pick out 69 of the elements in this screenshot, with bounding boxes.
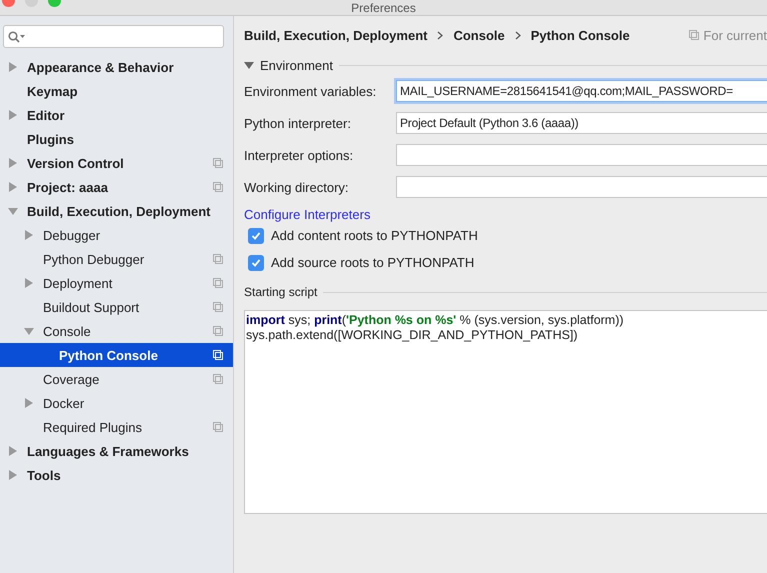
search-icon — [8, 30, 26, 42]
caret-right-icon[interactable] — [8, 182, 18, 192]
checkbox[interactable] — [248, 254, 264, 270]
caret-right-icon[interactable] — [8, 62, 18, 72]
sidebar-item[interactable]: Editor — [0, 103, 233, 127]
copy-icon — [213, 326, 223, 336]
copy-icon — [689, 30, 700, 40]
copy-icon — [213, 374, 223, 384]
checkmark-icon — [251, 230, 261, 240]
field-label: Interpreter options: — [244, 148, 354, 162]
caret-right-icon[interactable] — [8, 110, 18, 120]
sidebar-item[interactable]: Build, Execution, Deployment — [0, 199, 233, 223]
chevron-right-icon — [514, 30, 521, 40]
copy-icon — [213, 158, 223, 168]
copy-icon — [213, 278, 223, 288]
sidebar-item[interactable]: Coverage — [0, 367, 233, 391]
section-title: Environment — [260, 58, 333, 72]
breadcrumb-item: Build, Execution, Deployment — [244, 28, 428, 42]
caret-right-icon[interactable] — [24, 230, 34, 240]
field-label: Python interpreter: — [244, 116, 352, 130]
scope-note: For current — [703, 28, 767, 42]
breadcrumb-item: Python Console — [530, 28, 630, 42]
sidebar-item[interactable]: Buildout Support — [0, 295, 233, 319]
sidebar-item[interactable]: Appearance & Behavior — [0, 55, 233, 79]
input-field[interactable] — [396, 144, 767, 166]
search-field[interactable] — [3, 25, 224, 48]
code-line: import sys; print('Python %s on %s' % (sys.version, sys.platform)) — [246, 313, 625, 328]
copy-icon — [213, 254, 223, 264]
sidebar-item[interactable]: Docker — [0, 391, 233, 415]
configure-interpreters-link[interactable]: Configure Interpreters — [244, 207, 767, 222]
checkbox[interactable] — [248, 228, 264, 244]
copy-icon — [213, 422, 223, 432]
code-line: sys.path.extend([WORKING_DIR_AND_PYTHON_PATHS]) — [246, 328, 579, 343]
field-label: Environment variables: — [244, 84, 378, 98]
caret-right-icon[interactable] — [8, 470, 18, 480]
sidebar-item[interactable]: Console — [0, 319, 233, 343]
copy-icon — [213, 182, 223, 192]
caret-down-icon[interactable] — [244, 60, 254, 70]
sidebar-item[interactable]: Debugger — [0, 223, 233, 247]
sidebar-item[interactable]: Tools — [0, 463, 233, 487]
window-title: Preferences — [351, 1, 416, 15]
sidebar-item[interactable]: Languages & Frameworks — [0, 439, 233, 463]
sidebar-item[interactable]: Python Debugger — [0, 247, 233, 271]
caret-right-icon[interactable] — [8, 158, 18, 168]
sidebar-item[interactable]: Version Control — [0, 151, 233, 175]
checkbox-label: Add source roots to PYTHONPATH — [271, 255, 474, 270]
input-field[interactable]: Project Default (Python 3.6 (aaaa)) — [396, 112, 767, 134]
sidebar-item[interactable]: Required Plugins — [0, 415, 233, 439]
chevron-right-icon — [437, 30, 444, 40]
sidebar-item[interactable]: Project: aaaa — [0, 175, 233, 199]
sidebar-item[interactable]: Plugins — [0, 127, 233, 151]
caret-right-icon[interactable] — [24, 278, 34, 288]
copy-icon — [213, 350, 223, 360]
sidebar-item[interactable]: Deployment — [0, 271, 233, 295]
caret-down-icon[interactable] — [8, 206, 18, 216]
breadcrumb-item: Console — [453, 28, 505, 42]
section-title: Starting script — [244, 285, 318, 299]
checkbox-label: Add content roots to PYTHONPATH — [271, 228, 478, 243]
code-editor[interactable]: import sys; print('Python %s on %s' % (sys.version, sys.platform)) sys.path.extend([WORKING_DIR_AND_PYTHON_PATHS]) — [244, 310, 767, 514]
copy-icon — [213, 302, 223, 312]
caret-right-icon[interactable] — [24, 398, 34, 408]
sidebar-item[interactable]: Keymap — [0, 79, 233, 103]
checkmark-icon — [251, 258, 261, 268]
sidebar-item[interactable]: Python Console — [0, 343, 233, 367]
caret-right-icon[interactable] — [8, 446, 18, 456]
caret-down-icon[interactable] — [24, 326, 34, 336]
input-field[interactable]: MAIL_USERNAME=2815641541@qq.com;MAIL_PASSWORD= — [396, 80, 767, 102]
field-label: Working directory: — [244, 180, 350, 194]
input-field[interactable] — [396, 176, 767, 198]
